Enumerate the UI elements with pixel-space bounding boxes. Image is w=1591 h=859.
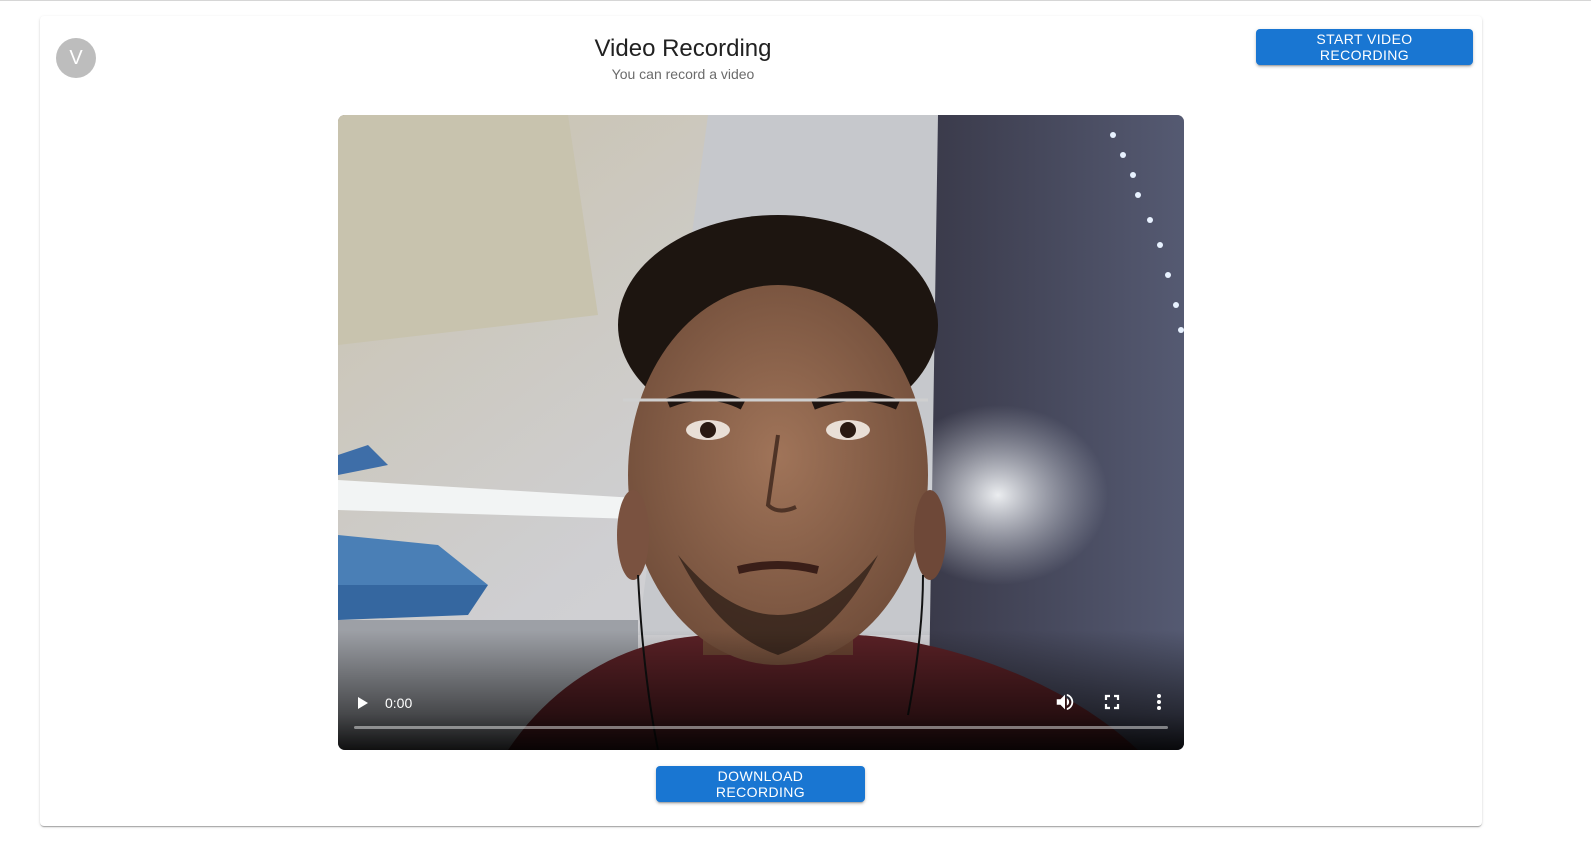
start-video-recording-button[interactable]: START VIDEO RECORDING	[1256, 29, 1473, 65]
video-player[interactable]: 0:00	[338, 115, 1184, 750]
page-title: Video Recording	[594, 35, 772, 62]
video-progress-bar[interactable]	[354, 726, 1168, 729]
download-recording-button[interactable]: DOWNLOAD RECORDING	[656, 766, 865, 802]
more-options-icon[interactable]	[1151, 692, 1167, 712]
controls-overlay	[338, 630, 1184, 750]
fullscreen-icon[interactable]	[1102, 692, 1122, 712]
current-time: 0:00	[385, 695, 413, 711]
avatar: V	[56, 38, 96, 78]
play-icon[interactable]	[352, 693, 372, 713]
video-recording-card: V Video Recording You can record a video…	[40, 16, 1482, 826]
page-subtitle: You can record a video	[611, 66, 755, 82]
card-header: Video Recording You can record a video	[483, 34, 883, 84]
volume-icon[interactable]	[1054, 691, 1076, 713]
top-border	[0, 0, 1591, 1]
